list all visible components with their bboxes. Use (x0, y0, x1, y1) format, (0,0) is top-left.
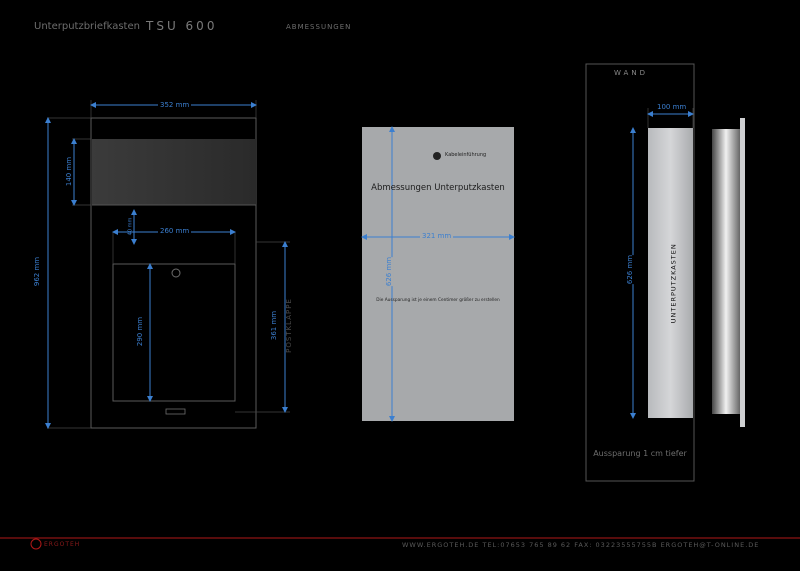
cutout-title: Abmessungen Unterputzkasten (371, 183, 505, 193)
dim-width-label: 352 mm (158, 101, 192, 109)
dim-total-height-label: 962 mm (33, 256, 42, 287)
wall-label: WAND (614, 69, 648, 77)
dim-small-label: 40 mm (127, 217, 134, 236)
dim-inner-width-label: 260 mm (158, 227, 192, 235)
cutout-height-label: 626 mm (385, 256, 394, 287)
footer-logo-text: ERGOTEH (44, 541, 81, 548)
name-plate (165, 408, 186, 415)
lock-circle (171, 268, 181, 278)
cutout-note: Die Aussparung ist je einem Centimer grö… (376, 298, 500, 303)
dim-slot-height-label: 361 mm (270, 310, 279, 341)
front-plate-side (712, 129, 740, 414)
front-door (112, 263, 236, 402)
front-plate-edge (740, 118, 745, 427)
technical-drawing (0, 63, 800, 550)
cable-entry-label: Kabeleinführung (445, 152, 487, 158)
side-height-label: 626 mm (626, 254, 635, 285)
cable-entry-icon (433, 152, 441, 160)
footer-contact: WWW.ERGOTEH.DE TEL:07653 765 89 62 FAX: … (402, 541, 760, 549)
box-label: UNTERPUTZKASTEN (669, 243, 678, 324)
side-note: Aussparung 1 cm tiefer (593, 449, 687, 458)
logo-icon (30, 538, 42, 550)
slot-label: POSTKLAPPE (284, 298, 293, 353)
front-view (45, 100, 290, 429)
front-top-panel (92, 139, 256, 205)
side-view (585, 63, 745, 482)
cutout-width-label: 321 mm (420, 232, 454, 240)
dim-door-height-label: 290 mm (136, 316, 145, 347)
side-depth-label: 100 mm (655, 103, 689, 111)
dim-top-height-label: 140 mm (65, 156, 74, 187)
